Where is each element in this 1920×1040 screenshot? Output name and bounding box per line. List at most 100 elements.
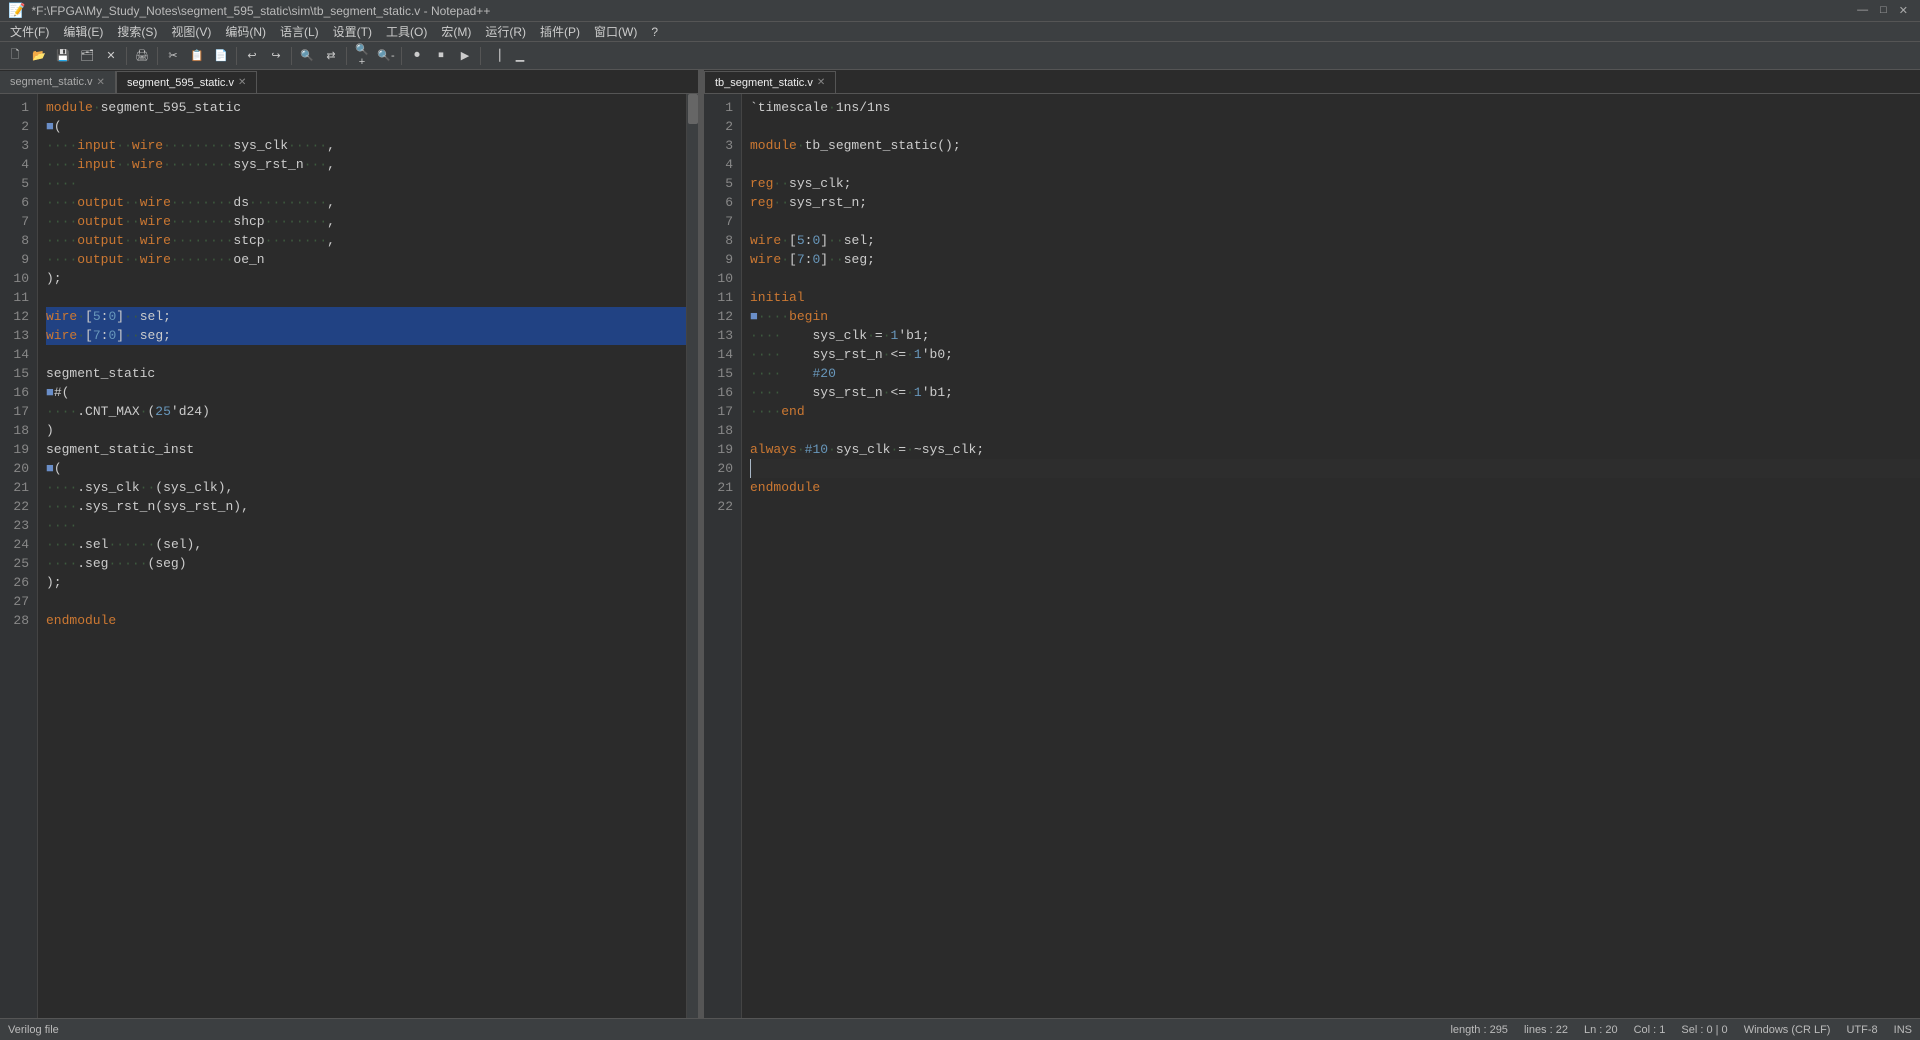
code-content-left[interactable]: module·segment_595_static■(····input··wi… [38, 94, 686, 1018]
title-bar: 📝 *F:\FPGA\My_Study_Notes\segment_595_st… [0, 0, 1920, 22]
tab-label: tb_segment_static.v [715, 77, 813, 89]
menu-encode[interactable]: 编码(N) [219, 22, 272, 41]
code-line [46, 345, 686, 364]
pane-left-tab-bar: segment_static.v ✕ segment_595_static.v … [0, 70, 698, 94]
code-line: ···· #20 [750, 364, 1920, 383]
code-line: ···· sys_clk·=·1'b1; [750, 326, 1920, 345]
menu-view[interactable]: 视图(V) [165, 22, 217, 41]
pane-right-tab-bar: tb_segment_static.v ✕ [704, 70, 1920, 94]
menu-search[interactable]: 搜索(S) [111, 22, 163, 41]
code-line: ■#( [46, 383, 686, 402]
app-icon: 📝 [8, 2, 25, 19]
menu-window[interactable]: 窗口(W) [588, 22, 643, 41]
status-ln: Ln : 20 [1584, 1024, 1618, 1036]
tab-close-icon[interactable]: ✕ [238, 77, 246, 88]
toolbar-copy[interactable]: 📋 [186, 45, 208, 67]
toolbar-macro-play[interactable]: ▶ [454, 45, 476, 67]
editor-area: segment_static.v ✕ segment_595_static.v … [0, 70, 1920, 1018]
code-line: wire·[7:0]··seg; [750, 250, 1920, 269]
menu-help[interactable]: ? [645, 22, 664, 41]
code-line [46, 592, 686, 611]
toolbar-save-all[interactable]: 🗂 [76, 45, 98, 67]
menu-macro[interactable]: 宏(M) [435, 22, 477, 41]
code-line: endmodule [46, 611, 686, 630]
code-line: wire·[7:0]··seg; [46, 326, 686, 345]
code-line: ····.sys_clk··(sys_clk), [46, 478, 686, 497]
toolbar-replace[interactable]: ⇄ [320, 45, 342, 67]
code-content-right[interactable]: `timescale·1ns/1ns module·tb_segment_stat… [742, 94, 1920, 1018]
pane-right: tb_segment_static.v ✕ 123456789101112131… [704, 70, 1920, 1018]
toolbar-cut[interactable]: ✂ [162, 45, 184, 67]
code-line [46, 288, 686, 307]
menu-plugins[interactable]: 插件(P) [534, 22, 586, 41]
status-file-type: Verilog file [8, 1024, 1434, 1036]
toolbar-sep7 [480, 47, 481, 65]
minimize-button[interactable]: — [1853, 4, 1872, 17]
tab-segment-static[interactable]: segment_static.v ✕ [0, 71, 116, 93]
tab-label: segment_595_static.v [127, 77, 234, 89]
code-line: module·tb_segment_static(); [750, 136, 1920, 155]
toolbar-open[interactable]: 📂 [28, 45, 50, 67]
status-col: Col : 1 [1634, 1024, 1666, 1036]
toolbar-save[interactable]: 💾 [52, 45, 74, 67]
code-line: ■( [46, 459, 686, 478]
menu-language[interactable]: 语言(L) [274, 22, 325, 41]
code-line: always·#10·sys_clk·=·~sys_clk; [750, 440, 1920, 459]
toolbar-close[interactable]: ✕ [100, 45, 122, 67]
code-line: wire·[5:0]··sel; [46, 307, 686, 326]
toolbar-split-v[interactable]: ▕ [485, 45, 507, 67]
code-line: ····.seg·····(seg) [46, 554, 686, 573]
pane-left: segment_static.v ✕ segment_595_static.v … [0, 70, 700, 1018]
code-line: ···· sys_rst_n·<=·1'b0; [750, 345, 1920, 364]
menu-run[interactable]: 运行(R) [479, 22, 532, 41]
tab-close-icon[interactable]: ✕ [817, 77, 825, 88]
menu-tools[interactable]: 工具(O) [380, 22, 433, 41]
toolbar-undo[interactable]: ↩ [241, 45, 263, 67]
toolbar-zoom-out[interactable]: 🔍- [375, 45, 397, 67]
tab-label: segment_static.v [10, 76, 93, 88]
maximize-button[interactable]: □ [1876, 4, 1891, 17]
toolbar-macro-stop[interactable]: ⏹ [430, 45, 452, 67]
code-line: segment_static [46, 364, 686, 383]
code-editor-right[interactable]: 12345678910111213141516171819202122 `tim… [704, 94, 1920, 1018]
code-line: ) [46, 421, 686, 440]
toolbar-zoom-in[interactable]: 🔍+ [351, 45, 373, 67]
toolbar-sep4 [291, 47, 292, 65]
toolbar-print[interactable]: 🖨 [131, 45, 153, 67]
code-line [750, 497, 1920, 516]
toolbar-split-h[interactable]: ▁ [509, 45, 531, 67]
menu-edit[interactable]: 编辑(E) [57, 22, 109, 41]
code-line: ····.sys_rst_n(sys_rst_n), [46, 497, 686, 516]
toolbar-find[interactable]: 🔍 [296, 45, 318, 67]
code-line [750, 155, 1920, 174]
line-numbers-right: 12345678910111213141516171819202122 [704, 94, 742, 1018]
code-line: ···· [46, 516, 686, 535]
toolbar-paste[interactable]: 📄 [210, 45, 232, 67]
status-length: length : 295 [1450, 1024, 1508, 1036]
tab-close-icon[interactable]: ✕ [97, 77, 105, 88]
toolbar-sep1 [126, 47, 127, 65]
code-line [750, 117, 1920, 136]
code-line: `timescale·1ns/1ns [750, 98, 1920, 117]
close-button[interactable]: ✕ [1895, 4, 1912, 17]
menu-settings[interactable]: 设置(T) [327, 22, 378, 41]
toolbar-sep6 [401, 47, 402, 65]
code-line: ····input··wire·········sys_rst_n···, [46, 155, 686, 174]
code-line: endmodule [750, 478, 1920, 497]
tab-segment-595-static[interactable]: segment_595_static.v ✕ [116, 71, 257, 93]
status-bar: Verilog file length : 295 lines : 22 Ln … [0, 1018, 1920, 1040]
tab-tb-segment-static[interactable]: tb_segment_static.v ✕ [704, 71, 836, 93]
scrollbar-thumb-left[interactable] [688, 94, 698, 124]
toolbar-redo[interactable]: ↪ [265, 45, 287, 67]
code-line [750, 269, 1920, 288]
code-line: segment_static_inst [46, 440, 686, 459]
toolbar-macro-record[interactable]: ⏺ [406, 45, 428, 67]
scrollbar-left[interactable] [686, 94, 698, 1018]
code-editor-left[interactable]: 1234567891011121314151617181920212223242… [0, 94, 698, 1018]
toolbar-new[interactable]: 🗋 [4, 45, 26, 67]
code-line: ···· sys_rst_n·<=·1'b1; [750, 383, 1920, 402]
code-line: ····output··wire········oe_n [46, 250, 686, 269]
menu-file[interactable]: 文件(F) [4, 22, 55, 41]
toolbar-sep5 [346, 47, 347, 65]
code-line: ····output··wire········stcp········, [46, 231, 686, 250]
